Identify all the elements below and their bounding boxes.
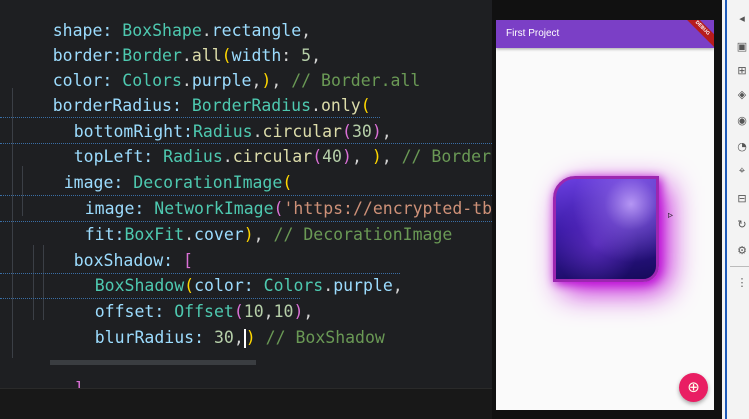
code-line[interactable]: fit:BoxFit.cover), // DecorationImage (45, 196, 453, 244)
code-token: 40 (322, 147, 342, 166)
code-token: , (253, 225, 274, 244)
add-circle-icon: ⊕ (687, 378, 700, 396)
code-line[interactable]: blurRadius: 30,) // BoxShadow (55, 299, 385, 348)
app-screen: First Project DEBUG ▹ ⊕ (496, 20, 714, 410)
back-icon[interactable]: ◂ (736, 12, 748, 26)
code-line[interactable]: image: DecorationImage( (24, 144, 293, 192)
settings-icon[interactable]: ⚙ (736, 244, 748, 258)
code-token: ) (342, 147, 352, 166)
code-line[interactable]: border:Border.all(width: 5, (13, 17, 321, 65)
code-token: ) (243, 225, 254, 244)
decorated-container (553, 176, 659, 282)
code-token: purple (333, 276, 393, 295)
toolbar-accent-line (725, 0, 727, 419)
code-token: . (323, 276, 334, 295)
code-token: ( (312, 147, 323, 166)
app-bar: First Project (496, 20, 714, 48)
code-line[interactable]: topLeft: Radius.circular(40), ), // Bord… (34, 118, 492, 166)
refresh-icon[interactable]: ↻ (736, 218, 748, 232)
toolbar-divider (730, 266, 749, 267)
mouse-pointer-icon: ▹ (668, 210, 674, 221)
baseline-icon[interactable]: ⊟ (736, 192, 748, 206)
code-line[interactable]: BoxShadow(color: Colors.purple, (55, 247, 403, 295)
code-line[interactable]: shape: BoxShape.rectangle, (13, 0, 311, 40)
code-comment: // BoxShadow (265, 328, 385, 347)
code-token: cover (194, 225, 244, 244)
code-line[interactable]: borderRadius: BorderRadius.only( (13, 67, 371, 115)
more-icon[interactable]: ⋮ (736, 276, 748, 290)
code-token: blurRadius: (94, 328, 214, 347)
emulator-frame: First Project DEBUG ▹ ⊕ (492, 0, 722, 419)
code-comment: // DecorationImage (273, 225, 453, 244)
code-line[interactable]: offset: Offset(10,10), (55, 273, 314, 321)
code-line[interactable]: image: NetworkImage('https://encrypted-t… (45, 170, 492, 218)
app-title: First Project (506, 28, 560, 39)
code-token: , (392, 276, 403, 295)
slow-animations-icon[interactable]: ◔ (736, 140, 748, 154)
code-token: ) (245, 328, 256, 347)
code-token: , (351, 147, 372, 166)
panel-bar (0, 388, 492, 419)
repaint-icon[interactable]: ⌖ (736, 164, 748, 178)
code-comment: // BorderR (401, 147, 492, 166)
code-token: ) (371, 147, 382, 166)
select-widget-icon[interactable]: ▣ (736, 40, 748, 54)
code-token: , (381, 147, 402, 166)
paint-icon[interactable]: ◈ (736, 88, 748, 102)
camera-icon[interactable]: ◉ (736, 114, 748, 128)
code-editor[interactable]: shape: BoxShape.rectangle, border:Border… (0, 0, 492, 419)
indent-guide (22, 166, 23, 216)
code-token: 30 (213, 328, 234, 347)
flutter-inspector-toolbar: ◂ ▣ ⊞ ◈ ◉ ◔ ⌖ ⊟ ↻ ⚙ ⋮ (722, 0, 749, 419)
layout-icon[interactable]: ⊞ (736, 64, 748, 78)
code-line[interactable] (34, 325, 74, 351)
code-line[interactable]: boxShadow: [ (34, 222, 193, 270)
code-line[interactable]: color: Colors.purple,), // Border.all (13, 42, 421, 90)
floating-action-button[interactable]: ⊕ (679, 373, 708, 402)
code-token: , (233, 328, 244, 347)
horizontal-scrollbar[interactable] (50, 360, 256, 365)
